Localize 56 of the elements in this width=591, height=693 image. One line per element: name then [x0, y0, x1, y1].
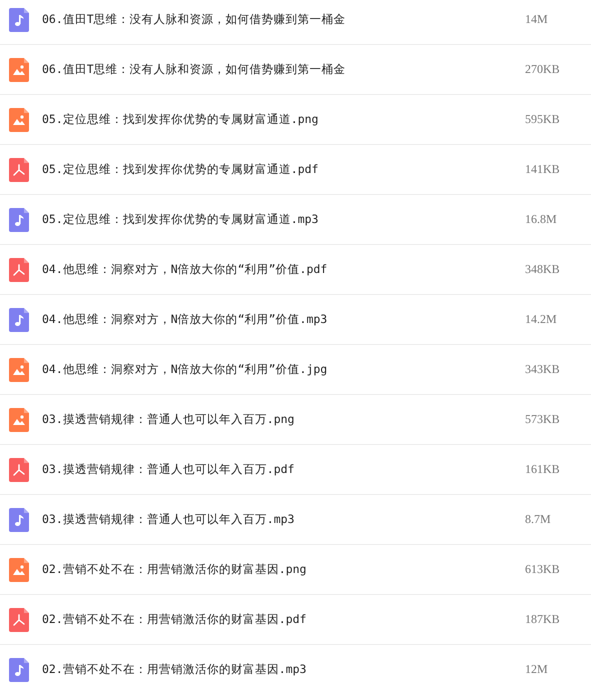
pdf-file-icon — [9, 608, 29, 632]
file-name: 05.定位思维：找到发挥你优势的专属财富通道.mp3 — [42, 212, 320, 227]
file-size: 613KB — [525, 562, 561, 577]
file-size: 595KB — [525, 112, 561, 127]
file-name: 03.摸透营销规律：普通人也可以年入百万.pdf — [42, 462, 296, 477]
file-name: 03.摸透营销规律：普通人也可以年入百万.png — [42, 412, 296, 427]
file-row[interactable]: 02.营销不处不在：用营销激活你的财富基因.png 613KB — [0, 545, 591, 595]
file-row[interactable]: 05.定位思维：找到发挥你优势的专属财富通道.mp3 16.8M — [0, 195, 591, 245]
file-row[interactable]: 06.值田T思维：没有人脉和资源，如何借势赚到第一桶金 270KB — [0, 45, 591, 95]
file-size: 14M — [525, 12, 549, 27]
file-size: 348KB — [525, 262, 561, 277]
file-size: 16.8M — [525, 212, 558, 227]
image-file-icon — [9, 408, 29, 432]
file-row[interactable]: 05.定位思维：找到发挥你优势的专属财富通道.pdf 141KB — [0, 145, 591, 195]
file-size: 161KB — [525, 462, 561, 477]
file-row[interactable]: 04.他思维：洞察对方，N倍放大你的“利用”价值.pdf 348KB — [0, 245, 591, 295]
file-name: 04.他思维：洞察对方，N倍放大你的“利用”价值.mp3 — [42, 312, 328, 327]
image-file-icon — [9, 108, 29, 132]
music-note-icon — [9, 8, 29, 32]
pdf-file-icon — [9, 158, 29, 182]
file-size: 270KB — [525, 62, 561, 77]
file-name: 03.摸透营销规律：普通人也可以年入百万.mp3 — [42, 512, 296, 527]
file-row[interactable]: 03.摸透营销规律：普通人也可以年入百万.png 573KB — [0, 395, 591, 445]
file-name: 05.定位思维：找到发挥你优势的专属财富通道.pdf — [42, 162, 320, 177]
music-note-icon — [9, 208, 29, 232]
file-name: 02.营销不处不在：用营销激活你的财富基因.mp3 — [42, 662, 308, 677]
file-name: 02.营销不处不在：用营销激活你的财富基因.png — [42, 562, 308, 577]
file-row[interactable]: 02.营销不处不在：用营销激活你的财富基因.pdf 187KB — [0, 595, 591, 645]
file-name: 06.值田T思维：没有人脉和资源，如何借势赚到第一桶金 — [42, 62, 347, 77]
file-size: 343KB — [525, 362, 561, 377]
file-size: 14.2M — [525, 312, 558, 327]
file-size: 141KB — [525, 162, 561, 177]
file-size: 8.7M — [525, 512, 552, 527]
file-row[interactable]: 04.他思维：洞察对方，N倍放大你的“利用”价值.jpg 343KB — [0, 345, 591, 395]
file-size: 573KB — [525, 412, 561, 427]
file-name: 04.他思维：洞察对方，N倍放大你的“利用”价值.pdf — [42, 262, 328, 277]
file-size: 187KB — [525, 612, 561, 627]
file-row[interactable]: 02.营销不处不在：用营销激活你的财富基因.mp3 12M — [0, 645, 591, 693]
music-note-icon — [9, 508, 29, 532]
file-name: 05.定位思维：找到发挥你优势的专属财富通道.png — [42, 112, 320, 127]
file-row[interactable]: 06.值田T思维：没有人脉和资源，如何借势赚到第一桶金 14M — [0, 0, 591, 45]
image-file-icon — [9, 558, 29, 582]
music-note-icon — [9, 308, 29, 332]
music-note-icon — [9, 658, 29, 682]
image-file-icon — [9, 358, 29, 382]
pdf-file-icon — [9, 258, 29, 282]
file-row[interactable]: 03.摸透营销规律：普通人也可以年入百万.pdf 161KB — [0, 445, 591, 495]
file-name: 06.值田T思维：没有人脉和资源，如何借势赚到第一桶金 — [42, 12, 347, 27]
file-name: 02.营销不处不在：用营销激活你的财富基因.pdf — [42, 612, 308, 627]
file-size: 12M — [525, 662, 549, 677]
file-row[interactable]: 04.他思维：洞察对方，N倍放大你的“利用”价值.mp3 14.2M — [0, 295, 591, 345]
file-name: 04.他思维：洞察对方，N倍放大你的“利用”价值.jpg — [42, 362, 328, 377]
image-file-icon — [9, 58, 29, 82]
file-row[interactable]: 03.摸透营销规律：普通人也可以年入百万.mp3 8.7M — [0, 495, 591, 545]
pdf-file-icon — [9, 458, 29, 482]
file-row[interactable]: 05.定位思维：找到发挥你优势的专属财富通道.png 595KB — [0, 95, 591, 145]
